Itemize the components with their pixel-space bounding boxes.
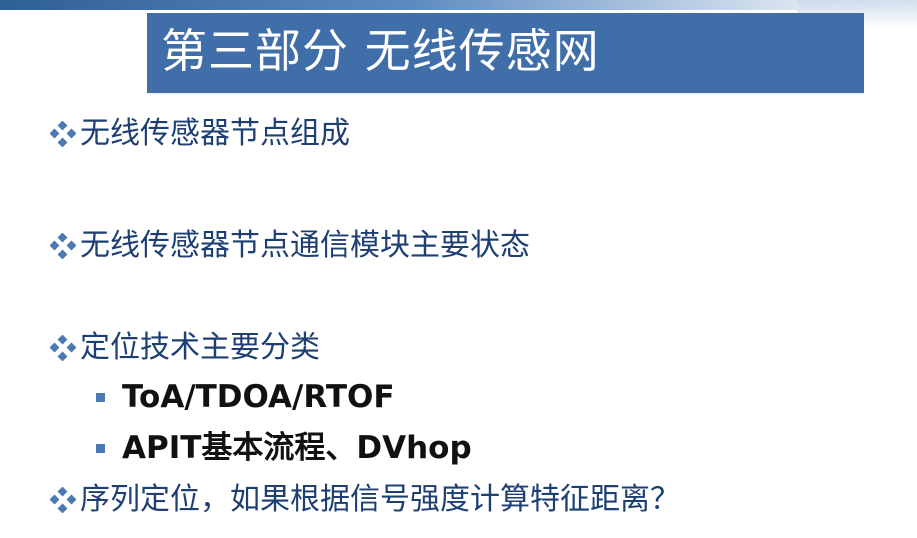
four-diamond-icon (50, 121, 76, 147)
square-icon (96, 443, 105, 453)
top-decoration-band (0, 0, 917, 10)
bullet-item-2: 无线传感器节点通信模块主要状态 (50, 226, 530, 266)
bullet-item-4: 序列定位，如果根据信号强度计算特征距离？ (50, 480, 680, 520)
sub-bullet-item-2: APIT基本流程、DVhop (96, 428, 472, 468)
bullet-item-1: 无线传感器节点组成 (50, 114, 350, 154)
four-diamond-icon (50, 233, 76, 259)
bullet-item-3: 定位技术主要分类 (50, 328, 320, 368)
bullet-text: 无线传感器节点组成 (80, 116, 350, 151)
title-banner: 第三部分 无线传感网 (147, 13, 864, 93)
bullet-text: 定位技术主要分类 (80, 330, 320, 365)
sub-bullet-text: APIT基本流程、DVhop (122, 430, 472, 466)
four-diamond-icon (50, 487, 76, 513)
square-icon (96, 392, 105, 402)
bullet-text: 无线传感器节点通信模块主要状态 (80, 228, 530, 263)
sub-bullet-text: ToA/TDOA/RTOF (122, 379, 395, 415)
slide-title: 第三部分 无线传感网 (161, 24, 600, 78)
sub-bullet-item-1: ToA/TDOA/RTOF (96, 377, 395, 417)
bullet-text: 序列定位，如果根据信号强度计算特征距离？ (80, 482, 680, 517)
four-diamond-icon (50, 335, 76, 361)
